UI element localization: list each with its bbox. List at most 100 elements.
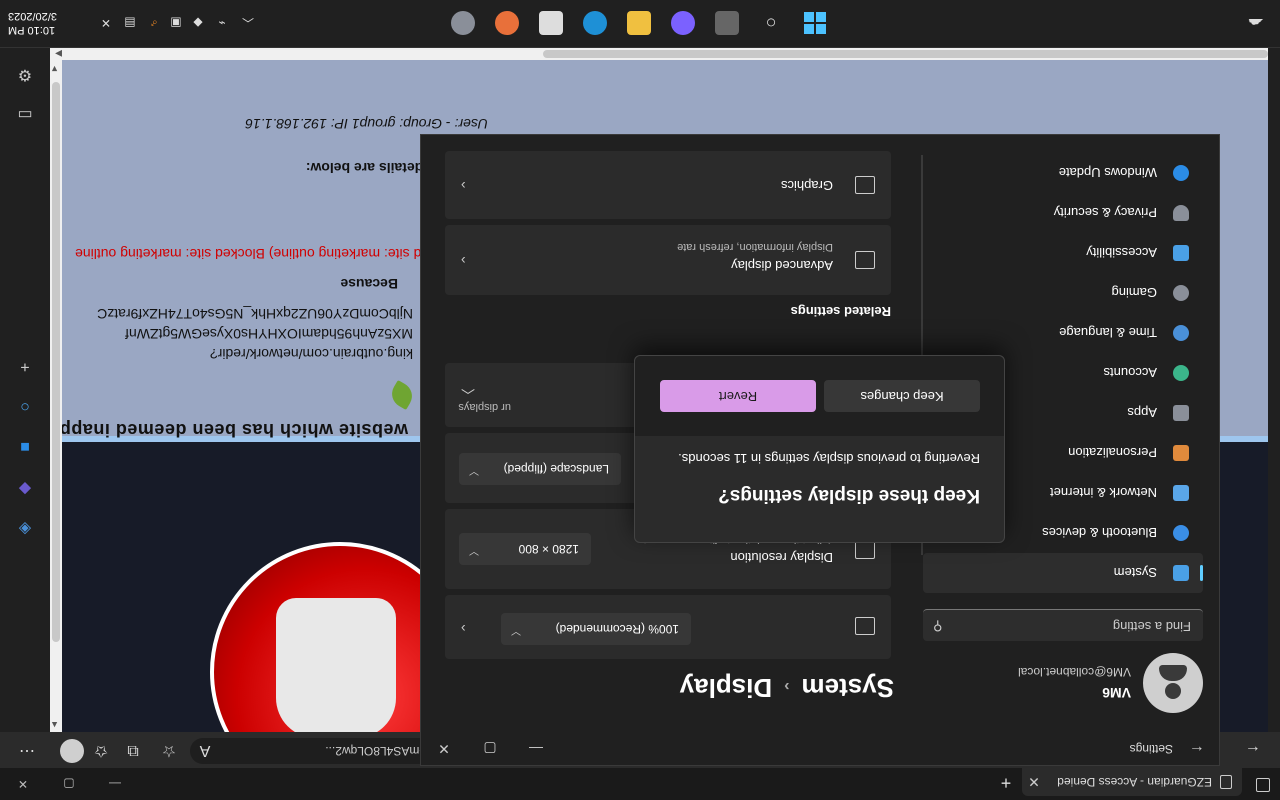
browser-tab[interactable]: EZGuardian - Access Denied ✕: [1022, 768, 1242, 796]
search-placeholder: Find a setting: [1112, 619, 1191, 634]
nav-label: System: [1113, 565, 1157, 581]
vertical-scrollbar[interactable]: ▲ ▼: [50, 60, 62, 732]
browser-minimize-button[interactable]: —: [92, 768, 138, 800]
add-sidebar-icon[interactable]: +: [15, 356, 35, 376]
block-title: website which has been deemed inappro: [50, 420, 408, 440]
hand-shape: [276, 598, 396, 732]
chrome-icon[interactable]: [495, 11, 519, 35]
blocked-reason: (Blocked site: marketing outline) Blocke…: [75, 246, 468, 262]
graphics-title: Graphics: [780, 178, 833, 193]
nav-item-windows-update[interactable]: Windows Update: [923, 153, 1203, 193]
weather-widget-icon[interactable]: ☁: [1248, 15, 1264, 32]
windows-start-icon[interactable]: [803, 11, 827, 35]
app-tray-icon[interactable]: ♂: [146, 15, 162, 31]
scroll-down-arrow-icon[interactable]: ▼: [50, 64, 59, 74]
breadcrumb-system[interactable]: System: [802, 673, 895, 703]
settings-maximize-button[interactable]: ▢: [467, 733, 513, 765]
leaf-icon: [386, 379, 418, 411]
sidebar-panel-icon[interactable]: ▭: [15, 104, 35, 124]
scale-card[interactable]: 100% (Recommended) ﹀ ›: [445, 595, 891, 659]
nav-label: Bluetooth & devices: [1042, 525, 1157, 541]
apps-icon: [1173, 405, 1189, 421]
settings-search-input[interactable]: Find a setting ⚲: [923, 609, 1203, 641]
back-arrow-icon[interactable]: ←: [1189, 741, 1205, 759]
favorites-bar-icon[interactable]: ✩: [88, 738, 114, 762]
close-tab-icon[interactable]: ✕: [1022, 774, 1046, 791]
chevron-down-icon: ﹀: [469, 544, 479, 555]
settings-close-button[interactable]: ✕: [421, 733, 467, 765]
nav-item-accessibility[interactable]: Accessibility: [923, 233, 1203, 273]
horizontal-scrollbar[interactable]: ▶: [50, 48, 1268, 60]
avatar-body: [1159, 665, 1187, 681]
search-icon[interactable]: ○: [759, 11, 783, 35]
nav-label: Accessibility: [1086, 245, 1157, 261]
graphics-card[interactable]: Graphics ›: [445, 151, 891, 219]
scroll-up-arrow-icon[interactable]: ▲: [50, 720, 59, 730]
resolution-dropdown[interactable]: 1280 × 800 ﹀: [459, 533, 591, 565]
chevron-up-icon[interactable]: ︿: [461, 385, 475, 405]
edge-icon[interactable]: [583, 11, 607, 35]
new-tab-button[interactable]: +: [994, 772, 1018, 794]
nav-item-gaming[interactable]: Gaming: [923, 273, 1203, 313]
store-icon[interactable]: [539, 11, 563, 35]
settings-app-icon[interactable]: [451, 11, 475, 35]
nav-item-system[interactable]: System: [923, 553, 1203, 593]
horizontal-scroll-thumb[interactable]: [543, 50, 1268, 58]
read-aloud-icon[interactable]: A: [192, 738, 218, 762]
teams-tray-icon[interactable]: ▣: [168, 15, 184, 31]
chevron-up-icon[interactable]: ︿: [240, 15, 256, 31]
chevron-right-icon: ›: [784, 677, 790, 695]
bluetooth-icon: [1173, 525, 1189, 541]
favorites-icon[interactable]: ☆: [156, 738, 182, 762]
system-icon: [1173, 565, 1189, 581]
network-off-icon[interactable]: ⌁: [214, 15, 230, 31]
file-explorer-icon[interactable]: [627, 11, 651, 35]
because-label: Because: [340, 276, 398, 292]
profile-avatar[interactable]: [60, 739, 84, 763]
vpn-icon[interactable]: ◆: [190, 15, 206, 31]
chevron-right-icon: ›: [461, 178, 466, 194]
user-avatar[interactable]: [1143, 653, 1203, 713]
more-menu-icon[interactable]: ⋯: [14, 738, 40, 762]
notes-icon[interactable]: ▤: [122, 15, 138, 31]
tab-actions-icon[interactable]: [1256, 778, 1270, 792]
chevron-right-icon: ›: [461, 621, 466, 637]
browser-close-button[interactable]: ✕: [0, 768, 46, 800]
settings-minimize-button[interactable]: —: [513, 733, 559, 765]
system-clock[interactable]: 10:10 PM 3/20/2023: [8, 9, 68, 37]
orientation-dropdown[interactable]: Landscape (flipped) ﹀: [459, 453, 621, 485]
search-sidebar-icon[interactable]: ○: [15, 396, 35, 416]
network-icon: [1173, 485, 1189, 501]
clock-date: 3/20/2023: [8, 10, 57, 22]
outlook-icon[interactable]: ■: [15, 436, 35, 456]
collections-icon[interactable]: ⧉: [120, 738, 146, 762]
scale-dropdown[interactable]: 100% (Recommended) ﹀: [501, 613, 691, 645]
shield-icon: [1173, 205, 1189, 221]
resolution-title: Display resolution: [730, 550, 833, 565]
nav-item-time-language[interactable]: Time & language: [923, 313, 1203, 353]
volume-muted-icon[interactable]: ✕: [98, 15, 114, 31]
browser-maximize-button[interactable]: ▢: [46, 768, 92, 800]
advanced-display-card[interactable]: Advanced display Display information, re…: [445, 225, 891, 295]
keep-changes-button[interactable]: Keep changes: [824, 380, 980, 412]
update-icon: [1173, 165, 1189, 181]
task-view-icon[interactable]: [715, 11, 739, 35]
revert-button[interactable]: Revert: [660, 380, 816, 412]
office-icon[interactable]: ◆: [15, 478, 35, 498]
scroll-right-arrow-icon[interactable]: ▶: [55, 48, 62, 59]
dialog-message: Reverting to previous display settings i…: [678, 451, 980, 466]
blocked-url-line3: NjlbComDzY06UZ2qxHhk_N5Gs4oT74HZxf9ratzC: [97, 306, 413, 322]
chevron-down-icon: ﹀: [511, 624, 521, 635]
brush-icon: [1173, 445, 1189, 461]
avatar-head: [1165, 683, 1181, 699]
gear-icon[interactable]: ⚙: [15, 64, 35, 84]
nav-item-privacy[interactable]: Privacy & security: [923, 193, 1203, 233]
teams-chat-icon[interactable]: [671, 11, 695, 35]
keep-display-settings-dialog: Keep these display settings? Reverting t…: [634, 355, 1005, 543]
orientation-value: Landscape (flipped): [503, 462, 609, 476]
advanced-display-subtitle: Display information, refresh rate: [677, 241, 833, 253]
resolution-icon: [855, 541, 875, 559]
back-arrow-icon[interactable]: ←: [1240, 738, 1266, 762]
copilot-icon[interactable]: ◈: [15, 518, 35, 538]
vertical-scroll-thumb[interactable]: [52, 82, 60, 642]
